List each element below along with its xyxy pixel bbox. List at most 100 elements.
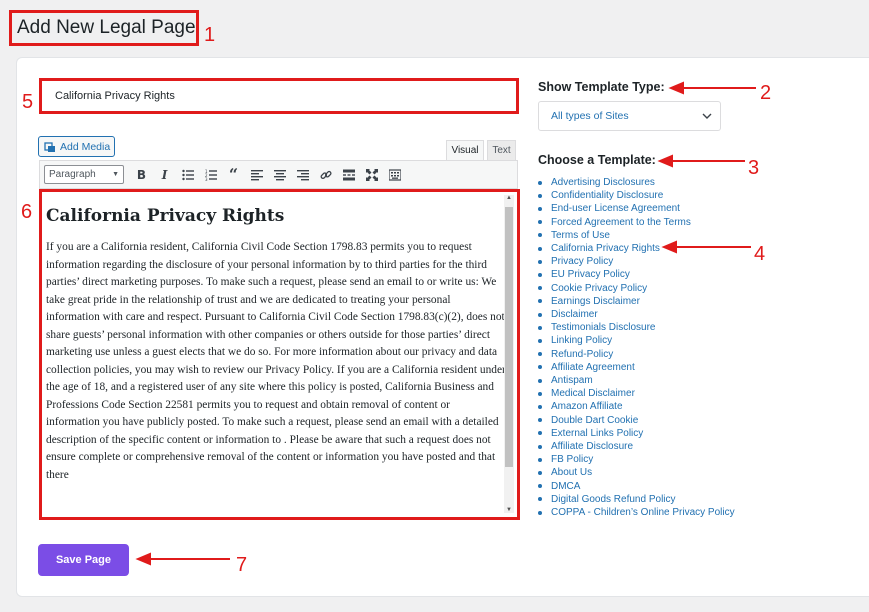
save-page-button[interactable]: Save Page — [38, 544, 129, 576]
template-item[interactable]: Forced Agreement to the Terms — [538, 216, 735, 229]
template-item-label: Antispam — [551, 375, 593, 387]
template-item[interactable]: Affiliate Agreement — [538, 361, 735, 374]
annotation-7: 7 — [236, 554, 248, 576]
template-item-label: Linking Policy — [551, 335, 613, 347]
choose-template-label: Choose a Template: — [538, 153, 656, 167]
bullet-icon — [538, 457, 542, 462]
template-item-label: Disclaimer — [551, 309, 598, 321]
template-item[interactable]: FB Policy — [538, 453, 735, 466]
chevron-down-icon: ▼ — [112, 171, 119, 178]
template-item[interactable]: Antispam — [538, 374, 735, 387]
format-select[interactable]: Paragraph ▼ — [44, 165, 124, 184]
bullet-icon — [538, 391, 542, 396]
bullet-icon — [538, 471, 542, 476]
template-item[interactable]: Medical Disclaimer — [538, 387, 735, 400]
template-item-label: EU Privacy Policy — [551, 269, 630, 281]
bullet-icon — [538, 365, 542, 370]
template-item-label: Confidentiality Disclosure — [551, 190, 664, 202]
template-item[interactable]: Terms of Use — [538, 229, 735, 242]
bullet-icon — [538, 180, 542, 185]
toolbar-toggle-icon[interactable] — [383, 165, 406, 185]
annotation-2: 2 — [760, 82, 772, 104]
editor-heading: California Privacy Rights — [46, 206, 285, 226]
template-item[interactable]: Double Dart Cookie — [538, 414, 735, 427]
template-item[interactable]: Privacy Policy — [538, 255, 735, 268]
align-center-icon[interactable] — [268, 165, 291, 185]
chevron-down-icon — [702, 110, 712, 122]
bullet-icon — [538, 312, 542, 317]
bullet-list-icon[interactable] — [176, 165, 199, 185]
template-item[interactable]: Amazon Affiliate — [538, 400, 735, 413]
template-item-label: California Privacy Rights — [551, 243, 660, 255]
template-type-value: All types of Sites — [551, 110, 629, 122]
template-item[interactable]: DMCA — [538, 480, 735, 493]
template-item[interactable]: Refund-Policy — [538, 348, 735, 361]
scroll-down-icon[interactable]: ▼ — [505, 507, 513, 513]
add-media-button[interactable]: Add Media — [38, 136, 115, 157]
template-item-label: Cookie Privacy Policy — [551, 282, 648, 294]
align-right-icon[interactable] — [291, 165, 314, 185]
template-item[interactable]: About Us — [538, 466, 735, 479]
template-item-label: Refund-Policy — [551, 348, 614, 360]
template-item[interactable]: End-user License Agreement — [538, 202, 735, 215]
template-item[interactable]: Linking Policy — [538, 334, 735, 347]
bullet-icon — [538, 378, 542, 383]
tab-text[interactable]: Text — [487, 140, 516, 160]
link-icon[interactable] — [314, 165, 337, 185]
editor-area[interactable]: California Privacy Rights If you are a C… — [39, 189, 520, 520]
template-item[interactable]: Confidentiality Disclosure — [538, 189, 735, 202]
bullet-icon — [538, 286, 542, 291]
template-item-label: Affiliate Disclosure — [551, 441, 634, 453]
template-item-label: Affiliate Agreement — [551, 361, 635, 373]
bullet-icon — [538, 510, 542, 515]
annotation-3: 3 — [748, 157, 760, 179]
scroll-thumb[interactable] — [505, 207, 513, 467]
scroll-up-icon[interactable]: ▲ — [505, 195, 513, 201]
template-item[interactable]: Earnings Disclaimer — [538, 295, 735, 308]
annotation-6: 6 — [21, 201, 33, 223]
format-select-value: Paragraph — [49, 169, 96, 180]
bullet-icon — [538, 497, 542, 502]
page-title: Add New Legal Page — [17, 17, 196, 38]
bullet-icon — [538, 484, 542, 489]
align-left-icon[interactable] — [245, 165, 268, 185]
template-item[interactable]: External Links Policy — [538, 427, 735, 440]
template-list: Advertising Disclosures Confidentiality D… — [538, 176, 735, 519]
fullscreen-icon[interactable] — [360, 165, 383, 185]
template-type-select[interactable]: All types of Sites — [538, 101, 721, 131]
read-more-icon[interactable] — [337, 165, 360, 185]
blockquote-icon[interactable]: “ — [222, 165, 245, 185]
bullet-icon — [538, 246, 542, 251]
template-item-label: DMCA — [551, 480, 581, 492]
tab-visual[interactable]: Visual — [446, 140, 484, 160]
template-item[interactable]: Testimonials Disclosure — [538, 321, 735, 334]
template-item[interactable]: California Privacy Rights — [538, 242, 735, 255]
template-item[interactable]: Advertising Disclosures — [538, 176, 735, 189]
media-icon — [44, 141, 56, 153]
template-item-label: Double Dart Cookie — [551, 414, 639, 426]
editor-toolbar: Paragraph ▼ B I 123 “ — [39, 160, 518, 189]
bold-button[interactable]: B — [130, 165, 153, 185]
annotation-5: 5 — [22, 91, 34, 113]
bullet-icon — [538, 352, 542, 357]
template-item[interactable]: Digital Goods Refund Policy — [538, 493, 735, 506]
editor-scrollbar[interactable]: ▲ ▼ — [504, 195, 514, 513]
add-media-label: Add Media — [60, 140, 111, 153]
bullet-icon — [538, 418, 542, 423]
template-item-label: Privacy Policy — [551, 256, 614, 268]
template-item[interactable]: Disclaimer — [538, 308, 735, 321]
template-item[interactable]: Affiliate Disclosure — [538, 440, 735, 453]
template-item-label: Testimonials Disclosure — [551, 322, 656, 334]
template-item-label: Advertising Disclosures — [551, 177, 655, 188]
template-item[interactable]: COPPA - Children’s Online Privacy Policy — [538, 506, 735, 519]
template-item-label: External Links Policy — [551, 427, 644, 439]
editor-content: California Privacy Rights If you are a C… — [46, 206, 506, 484]
title-input[interactable] — [45, 84, 513, 108]
numbered-list-icon[interactable]: 123 — [199, 165, 222, 185]
template-item[interactable]: EU Privacy Policy — [538, 268, 735, 281]
italic-button[interactable]: I — [153, 165, 176, 185]
bullet-icon — [538, 233, 542, 238]
bullet-icon — [538, 207, 542, 211]
bullet-icon — [538, 193, 542, 198]
template-item[interactable]: Cookie Privacy Policy — [538, 282, 735, 295]
